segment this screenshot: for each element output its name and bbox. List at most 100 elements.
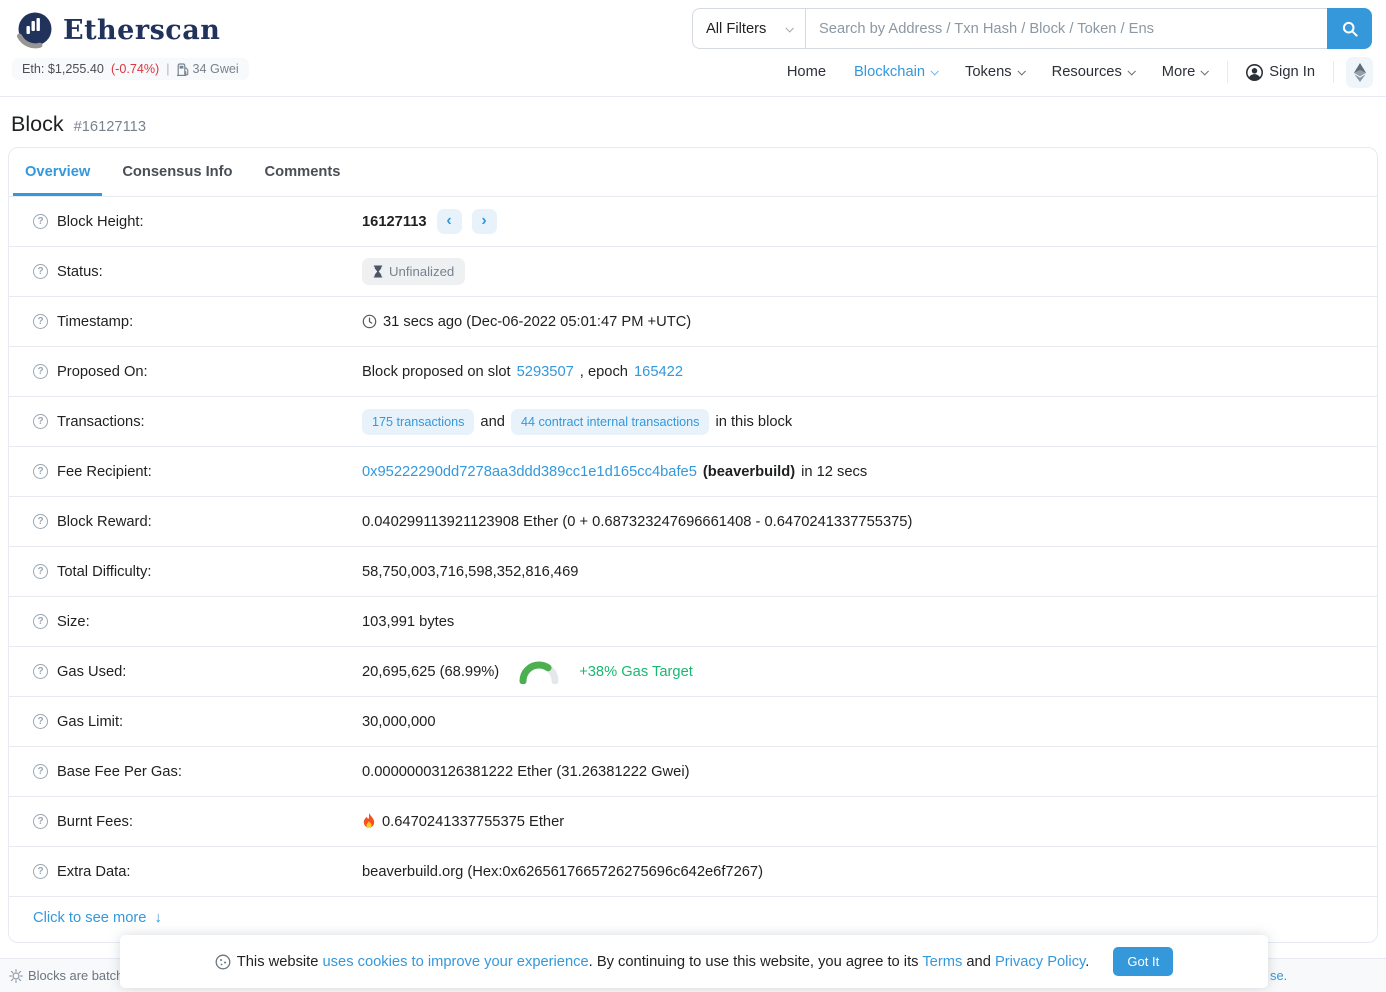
fee-recipient-suffix: in 12 secs: [801, 464, 867, 480]
fire-icon: [362, 813, 376, 830]
block-number: #16127113: [74, 119, 146, 135]
brand-wordmark: Etherscan: [63, 15, 220, 46]
chevron-down-icon: [1017, 67, 1025, 75]
gas-limit-value: 30,000,000: [362, 714, 436, 730]
transactions-badge[interactable]: 175 transactions: [362, 409, 474, 435]
row-label-text: Burnt Fees:: [57, 814, 133, 830]
nav-resources[interactable]: Resources: [1038, 64, 1148, 80]
proposed-on-text: , epoch: [580, 364, 628, 380]
help-icon[interactable]: ?: [33, 214, 48, 229]
help-icon[interactable]: ?: [33, 464, 48, 479]
tab-comments[interactable]: Comments: [253, 148, 353, 196]
search-bar: All Filters: [692, 8, 1372, 49]
row-label-text: Base Fee Per Gas:: [57, 764, 182, 780]
row-label-text: Gas Used:: [57, 664, 126, 680]
row-block-height: ? Block Height: 16127113 ‹ ›: [9, 197, 1377, 247]
gas-pump-icon: [177, 63, 189, 76]
help-icon[interactable]: ?: [33, 864, 48, 879]
status-badge: Unfinalized: [362, 258, 465, 285]
eth-price[interactable]: Eth: $1,255.40: [22, 62, 104, 76]
gas-tracker[interactable]: 34 Gwei: [177, 62, 239, 76]
main-nav: Home Blockchain Tokens Resources More Si…: [773, 55, 1373, 89]
base-fee-value: 0.00000003126381222 Ether (31.26381222 G…: [362, 764, 689, 780]
cookies-policy-link[interactable]: uses cookies to improve your experience: [323, 954, 589, 970]
row-fee-recipient: ? Fee Recipient: 0x95222290dd7278aa3ddd3…: [9, 447, 1377, 497]
help-icon[interactable]: ?: [33, 264, 48, 279]
row-gas-limit: ? Gas Limit: 30,000,000: [9, 697, 1377, 747]
help-icon[interactable]: ?: [33, 414, 48, 429]
help-icon[interactable]: ?: [33, 314, 48, 329]
block-reward-value: 0.040299113921123908 Ether (0 + 0.687323…: [362, 514, 912, 530]
person-icon: [1246, 64, 1263, 81]
block-height-value: 16127113: [362, 214, 427, 230]
help-icon[interactable]: ?: [33, 514, 48, 529]
eth-price-change: (-0.74%): [111, 62, 159, 76]
cookie-text-and: and: [962, 954, 995, 970]
search-input[interactable]: [806, 8, 1327, 49]
cookie-text-end: .: [1085, 954, 1089, 970]
nav-blockchain[interactable]: Blockchain: [840, 64, 951, 80]
help-icon[interactable]: ?: [33, 564, 48, 579]
gas-target-delta[interactable]: +38% Gas Target: [579, 664, 693, 680]
footer-tip: Blocks are batch: [9, 968, 123, 983]
row-gas-used: ? Gas Used: 20,695,625 (68.99%) +38% Gas…: [9, 647, 1377, 697]
privacy-policy-link[interactable]: Privacy Policy: [995, 954, 1085, 970]
row-label-text: Total Difficulty:: [57, 564, 151, 580]
prev-block-button[interactable]: ‹: [437, 209, 462, 234]
internal-transactions-badge[interactable]: 44 contract internal transactions: [511, 409, 710, 435]
row-label-text: Block Height:: [57, 214, 144, 230]
clock-icon: [362, 314, 377, 329]
etherscan-logo[interactable]: Etherscan: [14, 9, 220, 51]
gas-price: 34 Gwei: [193, 62, 239, 76]
slot-link[interactable]: 5293507: [517, 364, 574, 380]
fee-recipient-name: (beaverbuild): [703, 464, 795, 480]
cookie-icon: [215, 954, 231, 970]
total-difficulty-value: 58,750,003,716,598,352,816,469: [362, 564, 578, 580]
help-icon[interactable]: ?: [33, 614, 48, 629]
network-switcher-button[interactable]: [1346, 57, 1373, 88]
search-icon: [1342, 21, 1358, 37]
search-filter-dropdown[interactable]: All Filters: [692, 8, 806, 49]
epoch-link[interactable]: 165422: [634, 364, 683, 380]
timestamp-value: 31 secs ago (Dec-06-2022 05:01:47 PM +UT…: [383, 314, 691, 330]
eth-price-bar: Eth: $1,255.40 (-0.74%) | 34 Gwei: [12, 58, 249, 80]
extra-data-value: beaverbuild.org (Hex:0x62656176657262756…: [362, 864, 763, 880]
row-label-text: Fee Recipient:: [57, 464, 152, 480]
help-icon[interactable]: ?: [33, 664, 48, 679]
click-to-see-more-link[interactable]: Click to see more ↓: [33, 910, 162, 926]
pill-divider: |: [166, 62, 169, 76]
row-burnt-fees: ? Burnt Fees: 0.6470241337755375 Ether: [9, 797, 1377, 847]
ethereum-icon: [1354, 63, 1366, 82]
help-icon[interactable]: ?: [33, 364, 48, 379]
nav-tokens-label: Tokens: [965, 64, 1012, 80]
row-label-text: Size:: [57, 614, 90, 630]
lightbulb-icon: [9, 969, 23, 983]
cookie-banner: This website uses cookies to improve you…: [120, 935, 1268, 988]
footer-link-fragment[interactable]: se.: [1270, 968, 1287, 983]
tab-overview[interactable]: Overview: [13, 148, 102, 196]
nav-home[interactable]: Home: [773, 64, 840, 80]
search-button[interactable]: [1327, 8, 1372, 49]
help-icon[interactable]: ?: [33, 764, 48, 779]
tab-consensus-info[interactable]: Consensus Info: [110, 148, 244, 196]
fee-recipient-address-link[interactable]: 0x95222290dd7278aa3ddd389cc1e1d165cc4baf…: [362, 464, 697, 480]
next-block-button[interactable]: ›: [472, 209, 497, 234]
header: Etherscan Eth: $1,255.40 (-0.74%) | 34 G…: [0, 0, 1386, 97]
terms-link[interactable]: Terms: [922, 954, 962, 970]
status-badge-label: Unfinalized: [389, 264, 454, 279]
nav-divider: [1333, 61, 1334, 83]
help-icon[interactable]: ?: [33, 714, 48, 729]
nav-tokens[interactable]: Tokens: [951, 64, 1038, 80]
nav-more[interactable]: More: [1148, 64, 1221, 80]
help-icon[interactable]: ?: [33, 814, 48, 829]
sign-in-button[interactable]: Sign In: [1234, 64, 1327, 81]
row-proposed-on: ? Proposed On: Block proposed on slot 52…: [9, 347, 1377, 397]
page-header: Block #16127113: [0, 97, 1386, 147]
row-label-text: Timestamp:: [57, 314, 133, 330]
nav-divider: [1227, 61, 1228, 83]
got-it-button[interactable]: Got It: [1113, 947, 1173, 976]
row-extra-data: ? Extra Data: beaverbuild.org (Hex:0x626…: [9, 847, 1377, 897]
arrow-down-icon: ↓: [154, 910, 161, 926]
etherscan-logo-icon: [14, 9, 56, 51]
transactions-and-text: and: [480, 414, 505, 430]
